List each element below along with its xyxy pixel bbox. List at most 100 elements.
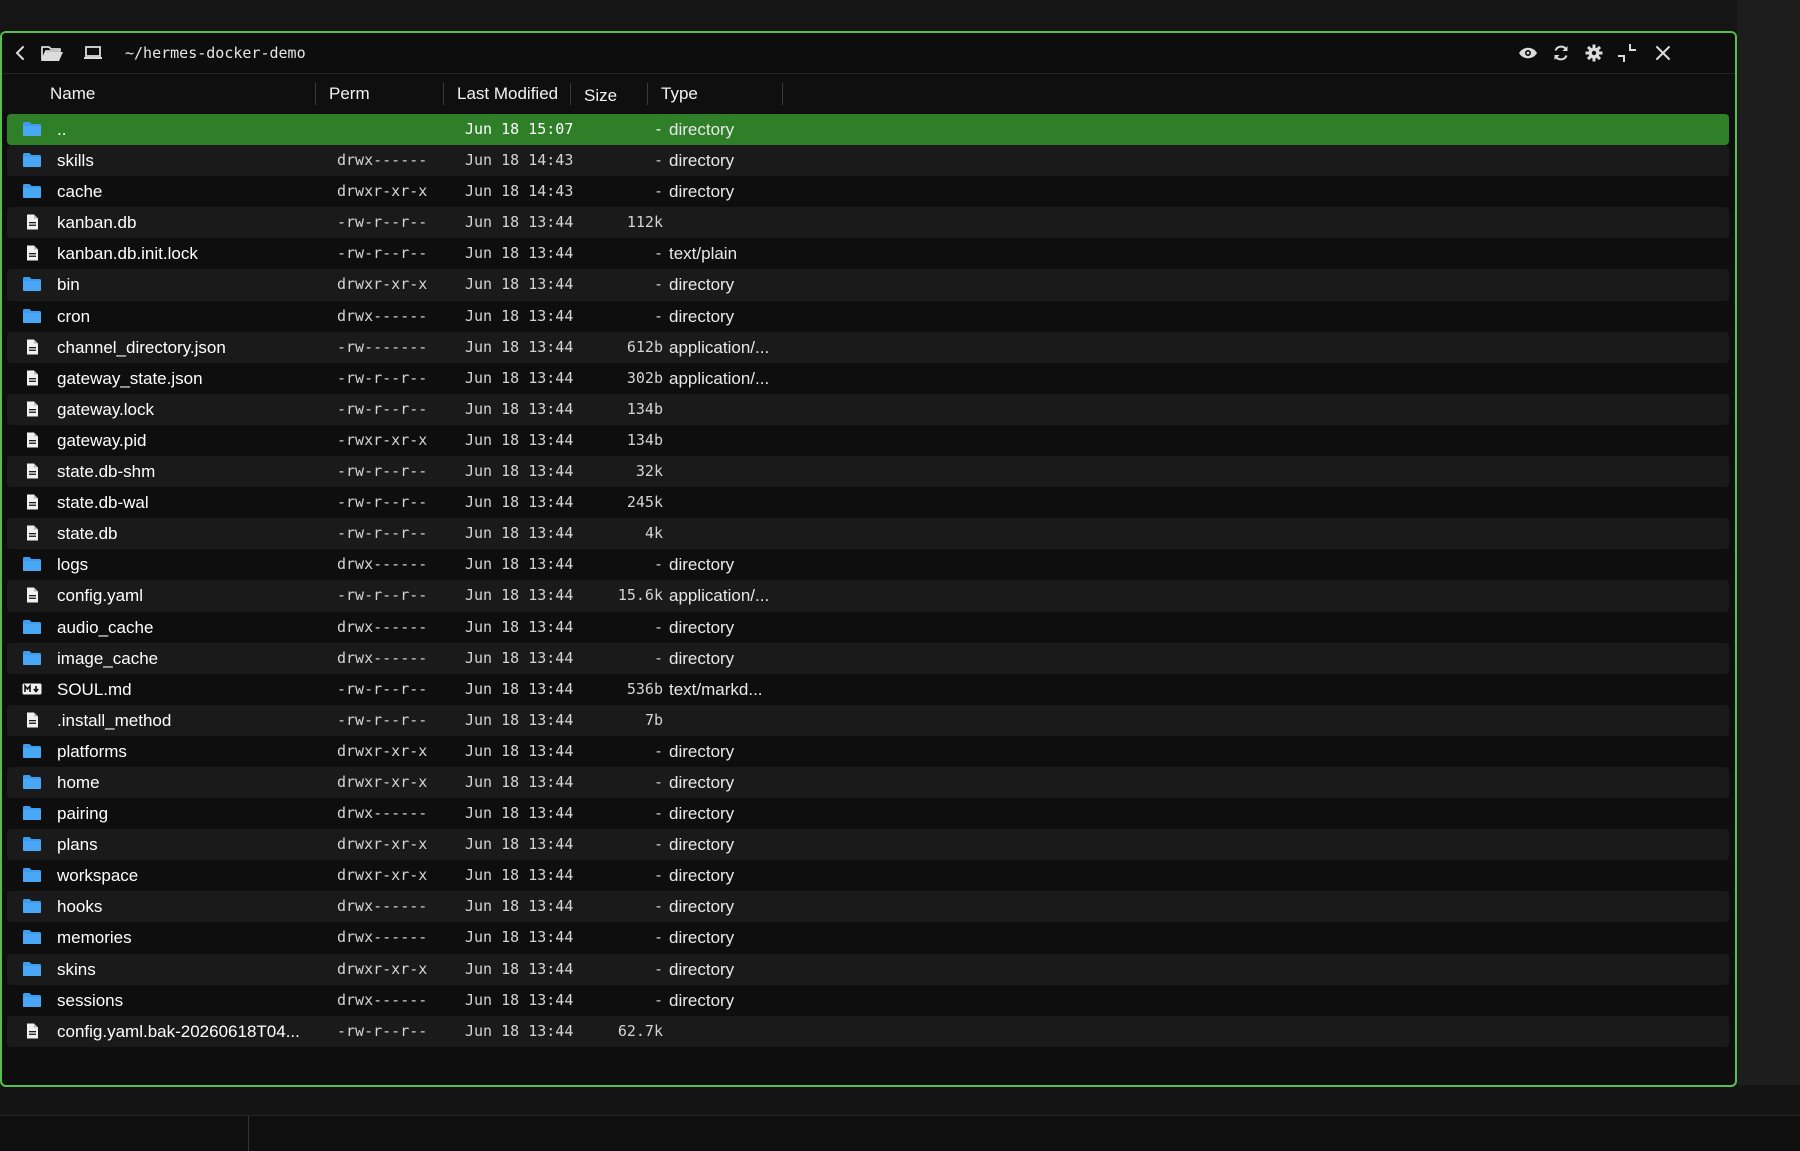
- file-row[interactable]: .install_method -rw-r--r-- Jun 18 13:44 7b: [7, 704, 1729, 736]
- column-header-modified[interactable]: Last Modified: [457, 74, 558, 112]
- file-row[interactable]: gateway_state.json -rw-r--r-- Jun 18 13:44…: [7, 363, 1729, 394]
- file-row[interactable]: kanban.db -rw-r--r-- Jun 18 13:44 112k: [7, 207, 1729, 239]
- file-row[interactable]: .. Jun 18 15:07 - directory: [7, 114, 1729, 146]
- file-row[interactable]: config.yaml -rw-r--r-- Jun 18 13:44 15.6k ap…: [7, 580, 1729, 612]
- file-row[interactable]: platforms drwxr-xr-x Jun 18 13:44 - director…: [7, 736, 1729, 767]
- file-permissions: -rw-r--r--: [337, 1021, 428, 1040]
- file-permissions: drwx------: [337, 648, 428, 667]
- file-row[interactable]: kanban.db.init.lock -rw-r--r-- Jun 18 13:4…: [7, 238, 1729, 269]
- file-type: text/markd...: [669, 679, 763, 699]
- file-row[interactable]: state.db -rw-r--r-- Jun 18 13:44 4k: [7, 518, 1729, 550]
- file-permissions: -rw-r--r--: [337, 399, 428, 418]
- file-row[interactable]: plans drwxr-xr-x Jun 18 13:44 - directory: [7, 829, 1729, 861]
- file-row[interactable]: skills drwx------ Jun 18 14:43 - directory: [7, 145, 1729, 177]
- file-type: directory: [669, 741, 735, 761]
- folder-icon: [22, 152, 42, 168]
- file-modified: Jun 18 13:44: [465, 710, 574, 729]
- file-size: -: [653, 772, 663, 791]
- file-size: 134b: [626, 430, 663, 449]
- file-permissions: drwx------: [337, 990, 428, 1009]
- file-modified: Jun 18 13:44: [465, 741, 574, 760]
- file-modified: Jun 18 14:43: [465, 151, 574, 170]
- column-divider[interactable]: [782, 83, 783, 105]
- column-header-name[interactable]: Name: [50, 74, 95, 112]
- laptop-icon[interactable]: [82, 41, 104, 65]
- column-header-size[interactable]: Size: [584, 76, 617, 114]
- file-size: -: [653, 555, 663, 574]
- file-row[interactable]: pairing drwx------ Jun 18 13:44 - directory: [7, 798, 1729, 829]
- column-header-perm[interactable]: Perm: [329, 74, 370, 112]
- file-row[interactable]: cron drwx------ Jun 18 13:44 - directory: [7, 301, 1729, 332]
- file-row[interactable]: cache drwxr-xr-x Jun 18 14:43 - directory: [7, 176, 1729, 207]
- file-name: .install_method: [57, 710, 172, 730]
- file-modified: Jun 18 13:44: [465, 679, 574, 698]
- folder-icon: [22, 867, 42, 883]
- file-row[interactable]: SOUL.md -rw-r--r-- Jun 18 13:44 536b text/ma…: [7, 674, 1729, 705]
- file-icon: [22, 587, 42, 603]
- refresh-icon[interactable]: [1550, 41, 1572, 65]
- file-row[interactable]: state.db-wal -rw-r--r-- Jun 18 13:44 245k: [7, 487, 1729, 518]
- file-row[interactable]: workspace drwxr-xr-x Jun 18 13:44 - director…: [7, 860, 1729, 891]
- file-modified: Jun 18 13:44: [465, 275, 574, 294]
- folder-open-icon[interactable]: [39, 41, 65, 65]
- folder-icon: [22, 836, 42, 852]
- file-modified: Jun 18 13:44: [465, 928, 574, 947]
- folder-icon: [22, 308, 42, 324]
- taskbar: [0, 1115, 1800, 1151]
- file-permissions: drwxr-xr-x: [337, 835, 428, 854]
- file-size: -: [653, 897, 663, 916]
- file-modified: Jun 18 13:44: [465, 990, 574, 1009]
- file-name: platforms: [57, 741, 127, 761]
- file-modified: Jun 18 13:44: [465, 959, 574, 978]
- file-size: 15.6k: [617, 586, 663, 605]
- file-name: ..: [57, 120, 67, 139]
- file-row[interactable]: config.yaml.bak-20260618T04... -rw-r--r--…: [7, 1015, 1729, 1047]
- file-name: image_cache: [57, 648, 159, 668]
- gear-icon[interactable]: [1583, 41, 1605, 65]
- file-name: skills: [57, 151, 94, 171]
- file-size: -: [653, 741, 663, 760]
- file-row[interactable]: home drwxr-xr-x Jun 18 13:44 - directory: [7, 766, 1729, 799]
- column-divider[interactable]: [647, 83, 648, 105]
- file-row[interactable]: channel_directory.json -rw------- Jun 18 1…: [7, 331, 1729, 363]
- file-name: config.yaml.bak-20260618T04...: [57, 1021, 300, 1041]
- title-bar: ~/hermes-docker-demo: [2, 33, 1735, 74]
- file-type: text/plain: [669, 244, 738, 264]
- file-row[interactable]: gateway.pid -rwxr-xr-x Jun 18 13:44 134b: [7, 425, 1729, 456]
- file-name: skins: [57, 959, 96, 979]
- close-icon[interactable]: [1652, 41, 1674, 65]
- file-row[interactable]: bin drwxr-xr-x Jun 18 13:44 - directory: [7, 269, 1729, 301]
- column-divider[interactable]: [570, 83, 571, 105]
- file-type: directory: [669, 990, 735, 1010]
- file-permissions: drwx------: [337, 928, 428, 947]
- column-header-type[interactable]: Type: [661, 74, 698, 112]
- file-row[interactable]: skins drwxr-xr-x Jun 18 13:44 - directory: [7, 953, 1729, 985]
- file-permissions: drwxr-xr-x: [337, 959, 428, 978]
- eye-icon[interactable]: [1517, 41, 1539, 65]
- file-name: workspace: [57, 866, 139, 886]
- column-divider[interactable]: [315, 83, 316, 105]
- back-chevron-icon[interactable]: [10, 41, 30, 65]
- file-name: gateway_state.json: [57, 368, 203, 388]
- file-row[interactable]: audio_cache drwx------ Jun 18 13:44 - direct…: [7, 612, 1729, 643]
- column-divider[interactable]: [443, 83, 444, 105]
- file-permissions: -rw-r--r--: [337, 586, 428, 605]
- file-modified: Jun 18 13:44: [465, 617, 574, 636]
- file-permissions: drwx------: [337, 555, 428, 574]
- file-row[interactable]: hooks drwx------ Jun 18 13:44 - directory: [7, 891, 1729, 923]
- file-modified: Jun 18 13:44: [465, 897, 574, 916]
- file-size: -: [653, 275, 663, 294]
- file-name: logs: [57, 555, 89, 575]
- file-manager-window: ~/hermes-docker-demo Name Perm Last Modi…: [0, 31, 1737, 1087]
- file-name: gateway.lock: [57, 399, 155, 419]
- collapse-icon[interactable]: [1615, 41, 1639, 65]
- file-type: directory: [669, 555, 735, 575]
- file-row[interactable]: sessions drwx------ Jun 18 13:44 - directory: [7, 985, 1729, 1016]
- file-row[interactable]: image_cache drwx------ Jun 18 13:44 - direct…: [7, 642, 1729, 674]
- file-row[interactable]: gateway.lock -rw-r--r-- Jun 18 13:44 134b: [7, 393, 1729, 425]
- file-row[interactable]: memories drwx------ Jun 18 13:44 - directory: [7, 922, 1729, 953]
- file-row[interactable]: state.db-shm -rw-r--r-- Jun 18 13:44 32k: [7, 456, 1729, 488]
- file-row[interactable]: logs drwx------ Jun 18 13:44 - directory: [7, 549, 1729, 580]
- file-icon: [22, 339, 42, 355]
- file-size: -: [653, 617, 663, 636]
